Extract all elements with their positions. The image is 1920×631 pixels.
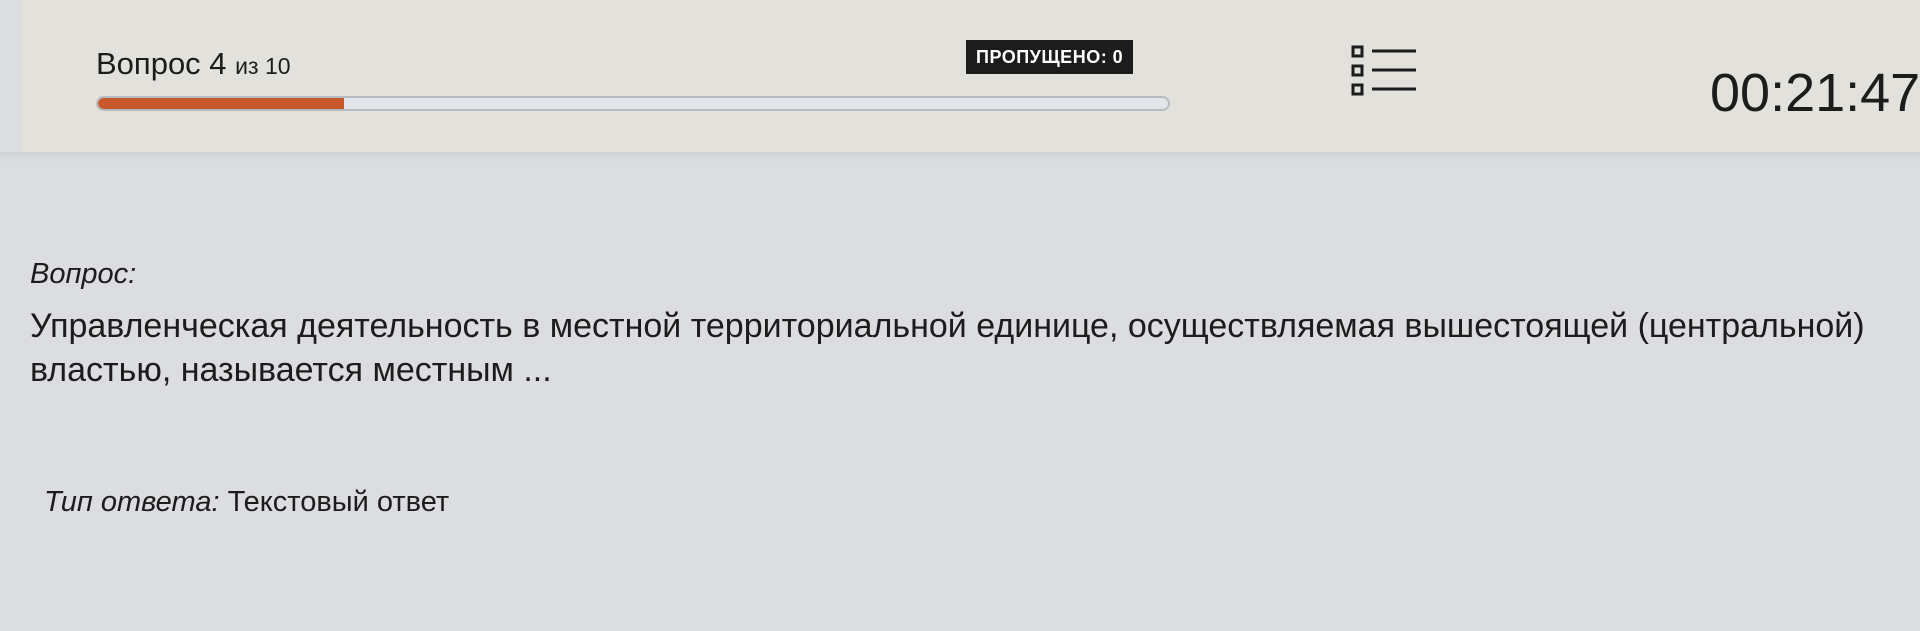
quiz-header — [22, 0, 1920, 152]
quiz-progress-bar — [96, 96, 1170, 111]
countdown-timer: 00:21:47 — [1710, 63, 1920, 123]
question-heading: Вопрос: — [30, 258, 137, 290]
question-total: из 10 — [235, 53, 291, 79]
question-number: Вопрос 4 — [96, 46, 227, 81]
quiz-progress-fill — [98, 98, 345, 109]
header-divider — [0, 152, 1920, 162]
question-counter: Вопрос 4 из 10 — [96, 46, 291, 82]
skipped-counter-badge: ПРОПУЩЕНО: 0 — [966, 40, 1134, 74]
list-icon — [1351, 45, 1416, 96]
answer-type-label: Тип ответа: — [44, 486, 220, 518]
answer-type-value: Текстовый ответ — [227, 486, 450, 518]
question-text: Управленческая деятельность в местной те… — [30, 307, 1865, 389]
answer-type: Тип ответа: Текстовый ответ — [44, 486, 449, 519]
question-list-button[interactable] — [1350, 44, 1420, 104]
